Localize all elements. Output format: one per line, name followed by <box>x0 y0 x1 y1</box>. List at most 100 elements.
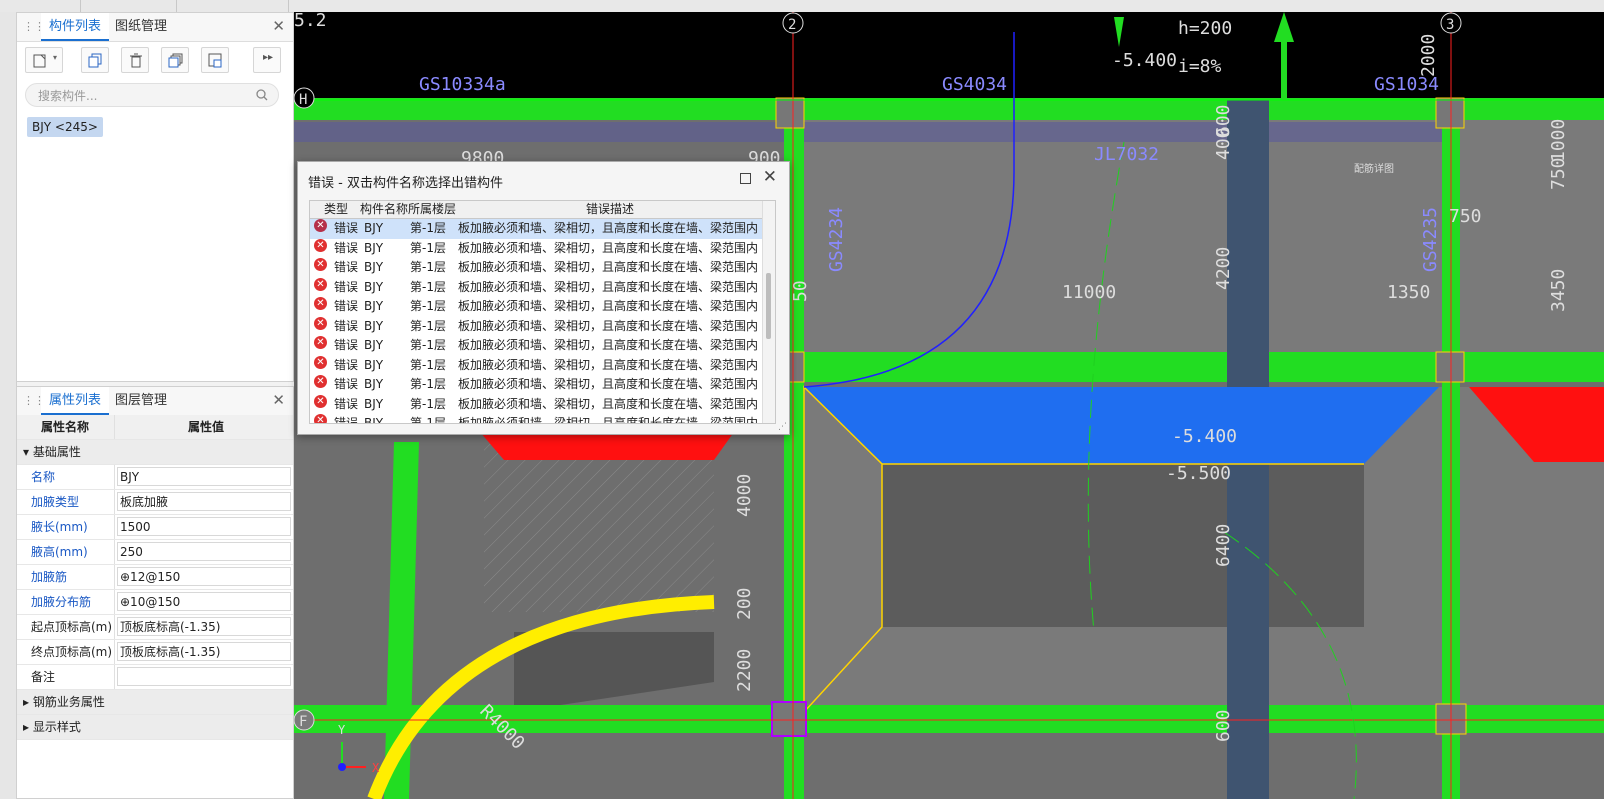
cad-label: 4000 <box>734 474 755 517</box>
top-strip-segment[interactable] <box>0 0 81 12</box>
error-cell-name[interactable]: BJY <box>364 297 383 316</box>
property-name: 加腋筋 <box>17 565 115 589</box>
error-cell-name[interactable]: BJY <box>364 395 383 414</box>
top-strip-segment[interactable] <box>80 0 177 12</box>
group-basic-properties[interactable]: ▾ 基础属性 <box>17 440 293 465</box>
property-row[interactable]: 加腋筋 ⊕12@150 <box>17 565 293 590</box>
collapse-arrow-icon[interactable]: ▾ <box>23 445 33 459</box>
error-row[interactable]: ✕ 错误 BJY 第-1层 板加腋必须和墙、梁相切，且高度和长度在墙、梁范围内 <box>310 336 763 356</box>
error-row[interactable]: ✕ 错误 BJY 第-1层 板加腋必须和墙、梁相切，且高度和长度在墙、梁范围内 <box>310 277 763 298</box>
drag-grip-icon[interactable]: ⋮⋮ <box>23 20 45 34</box>
more-button[interactable]: ▸▸ <box>253 47 281 73</box>
property-row[interactable]: 备注 <box>17 665 293 690</box>
error-icon: ✕ <box>314 394 327 408</box>
error-cell-name[interactable]: BJY <box>364 317 383 336</box>
property-value-field[interactable]: 1500 <box>117 517 291 536</box>
new-component-button[interactable]: ▾ <box>25 47 63 73</box>
column-header-component-name[interactable]: 构件名称 <box>360 201 408 218</box>
column-header-error-desc[interactable]: 错误描述 <box>586 201 634 218</box>
cad-label: i=8% <box>1178 56 1222 77</box>
error-cell-name[interactable]: BJY <box>364 336 383 355</box>
chevron-down-icon[interactable]: ▾ <box>53 53 57 62</box>
property-value-field[interactable]: 板底加腋 <box>117 492 291 511</box>
close-icon[interactable]: ✕ <box>272 391 285 409</box>
error-row[interactable]: ✕ 错误 BJY 第-1层 板加腋必须和墙、梁相切，且高度和长度在墙、梁范围内 <box>310 394 763 415</box>
close-icon[interactable]: ✕ <box>272 17 285 35</box>
property-name: 终点顶标高(m) <box>17 640 115 664</box>
property-value-field[interactable]: 250 <box>117 542 291 561</box>
axis-label-h: H <box>299 92 307 108</box>
error-row[interactable]: ✕ 错误 BJY 第-1层 板加腋必须和墙、梁相切，且高度和长度在墙、梁范围内 <box>310 375 763 395</box>
error-row[interactable]: ✕ 错误 BJY 第-1层 板加腋必须和墙、梁相切，且高度和长度在墙、梁范围内 <box>310 219 763 239</box>
layers-copy-icon <box>168 53 183 68</box>
column-header-type[interactable]: 类型 <box>324 201 348 218</box>
error-cell-name[interactable]: BJY <box>364 414 383 423</box>
error-cell-floor: 第-1层 <box>410 221 446 235</box>
property-row[interactable]: 加腋分布筋 ⊕10@150 <box>17 590 293 615</box>
drag-grip-icon[interactable]: ⋮⋮ <box>23 394 45 408</box>
error-cell-name[interactable]: BJY <box>364 219 383 238</box>
delete-button[interactable] <box>121 47 149 73</box>
error-row[interactable]: ✕ 错误 BJY 第-1层 板加腋必须和墙、梁相切，且高度和长度在墙、梁范围内 <box>310 414 763 423</box>
property-row[interactable]: 名称 BJY <box>17 465 293 490</box>
tab-property-list[interactable]: 属性列表 <box>41 387 110 415</box>
expand-arrow-icon[interactable]: ▸ <box>23 720 33 734</box>
column-header-floor[interactable]: 所属楼层 <box>408 201 456 218</box>
property-list-panel: ⋮⋮ 属性列表 图层管理 ✕ 属性名称 属性值 ▾ 基础属性 名称 BJY 加腋类… <box>16 386 294 799</box>
group-rebar-properties[interactable]: ▸ 钢筋业务属性 <box>17 690 293 715</box>
error-row[interactable]: ✕ 错误 BJY 第-1层 板加腋必须和墙、梁相切，且高度和长度在墙、梁范围内 <box>310 355 763 376</box>
property-row[interactable]: 终点顶标高(m) 顶板底标高(-1.35) <box>17 640 293 665</box>
property-row[interactable]: 起点顶标高(m) 顶板底标高(-1.35) <box>17 615 293 640</box>
property-value-field[interactable] <box>117 667 291 686</box>
search-icon[interactable] <box>256 89 268 101</box>
property-row[interactable]: 加腋类型 板底加腋 <box>17 490 293 515</box>
error-cell-name[interactable]: BJY <box>364 239 383 258</box>
close-icon[interactable]: ✕ <box>763 167 777 187</box>
left-dock-strip <box>0 12 17 799</box>
error-cell-desc: 板加腋必须和墙、梁相切，且高度和长度在墙、梁范围内 <box>458 318 759 333</box>
error-cell-name[interactable]: BJY <box>364 258 383 277</box>
error-row[interactable]: ✕ 错误 BJY 第-1层 板加腋必须和墙、梁相切，且高度和长度在墙、梁范围内 <box>310 316 763 337</box>
scrollbar-thumb[interactable] <box>766 273 771 339</box>
search-field[interactable] <box>25 83 279 107</box>
copy-to-floor-button[interactable] <box>161 47 189 73</box>
property-name: 加腋分布筋 <box>17 590 115 614</box>
tab-layer-management[interactable]: 图层管理 <box>107 387 175 415</box>
tab-drawing-management[interactable]: 图纸管理 <box>107 13 175 41</box>
cad-label: 4200 <box>1213 247 1234 290</box>
component-item-bjy[interactable]: BJY <245> <box>27 117 103 137</box>
error-cell-name[interactable]: BJY <box>364 278 383 297</box>
cad-label: h=200 <box>1178 18 1232 39</box>
top-strip-segment[interactable] <box>176 0 289 12</box>
cad-label: 2000 <box>1418 34 1439 77</box>
error-cell-desc: 板加腋必须和墙、梁相切，且高度和长度在墙、梁范围内 <box>458 396 759 411</box>
search-input[interactable] <box>36 87 250 105</box>
error-cell-desc: 板加腋必须和墙、梁相切，且高度和长度在墙、梁范围内 <box>458 260 759 274</box>
property-value-field[interactable]: 顶板底标高(-1.35) <box>117 617 291 636</box>
error-cell-desc: 板加腋必须和墙、梁相切，且高度和长度在墙、梁范围内 <box>458 377 759 391</box>
maximize-icon[interactable] <box>740 173 751 184</box>
error-cell-name[interactable]: BJY <box>364 356 383 375</box>
property-value-field[interactable]: 顶板底标高(-1.35) <box>117 642 291 661</box>
error-row[interactable]: ✕ 错误 BJY 第-1层 板加腋必须和墙、梁相切，且高度和长度在墙、梁范围内 <box>310 297 763 317</box>
vertical-scrollbar[interactable] <box>762 201 775 423</box>
error-cell-floor: 第-1层 <box>410 260 446 274</box>
property-panel-tabbar: ⋮⋮ 属性列表 图层管理 ✕ <box>17 387 293 416</box>
group-display-style[interactable]: ▸ 显示样式 <box>17 715 293 740</box>
error-row[interactable]: ✕ 错误 BJY 第-1层 板加腋必须和墙、梁相切，且高度和长度在墙、梁范围内 <box>310 238 763 259</box>
column-square <box>771 701 807 737</box>
tab-component-list[interactable]: 构件列表 <box>41 13 110 41</box>
property-value-field[interactable]: BJY <box>117 467 291 486</box>
property-value-field[interactable]: ⊕10@150 <box>117 592 291 611</box>
error-icon: ✕ <box>314 238 327 252</box>
property-row[interactable]: 腋长(mm) 1500 <box>17 515 293 540</box>
resize-grip-icon[interactable]: ⋰ <box>778 422 787 432</box>
copy-from-floor-button[interactable] <box>201 47 229 73</box>
error-cell-type: 错误 <box>334 357 359 372</box>
copy-button[interactable] <box>81 47 109 73</box>
error-cell-name[interactable]: BJY <box>364 375 383 394</box>
property-value-field[interactable]: ⊕12@150 <box>117 567 291 586</box>
expand-arrow-icon[interactable]: ▸ <box>23 695 33 709</box>
property-row[interactable]: 腋高(mm) 250 <box>17 540 293 565</box>
error-row[interactable]: ✕ 错误 BJY 第-1层 板加腋必须和墙、梁相切，且高度和长度在墙、梁范围内 <box>310 258 763 278</box>
